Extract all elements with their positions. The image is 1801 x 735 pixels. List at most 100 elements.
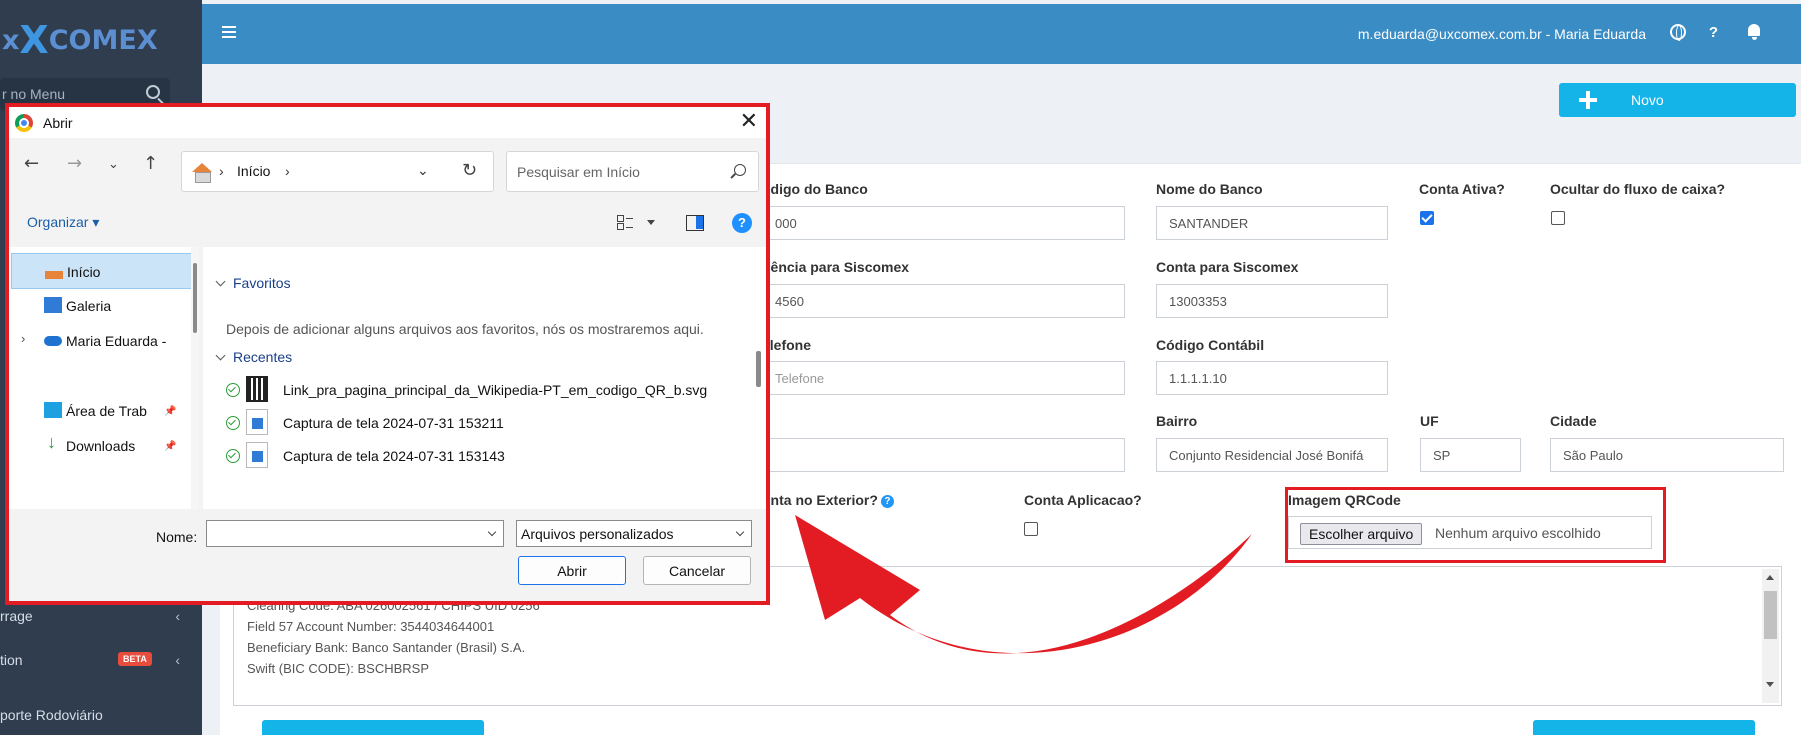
chevron-down-icon[interactable] (487, 527, 497, 537)
file-name: Captura de tela 2024-07-31 153211 (283, 415, 504, 431)
favorites-group-header[interactable]: Favoritos (215, 275, 291, 291)
view-lines-icon (626, 218, 633, 228)
nav-item-galeria[interactable]: Galeria (11, 288, 193, 324)
refresh-icon[interactable]: ↻ (462, 160, 477, 181)
qrcode-file-input[interactable]: Escolher arquivo Nenhum arquivo escolhid… (1288, 516, 1652, 549)
favorites-empty-message: Depois de adicionar alguns arquivos aos … (226, 321, 704, 337)
pin-icon: 📌 (164, 406, 177, 417)
file-list-scrollbar[interactable] (754, 247, 762, 509)
file-name-input[interactable] (206, 520, 504, 547)
file-type-select[interactable]: Arquivos personalizados (516, 520, 752, 547)
synced-check-icon (226, 383, 240, 397)
close-icon[interactable]: ✕ (740, 109, 758, 134)
sidebar-item-tion[interactable]: tion BETA ‹ (0, 652, 190, 668)
beta-badge: BETA (118, 652, 152, 666)
address-location[interactable]: Início (237, 163, 270, 179)
open-button[interactable]: Abrir (518, 556, 626, 585)
imagem-qrcode-label: Imagem QRCode (1288, 492, 1401, 508)
qr-icon (246, 376, 268, 402)
preview-pane-icon[interactable] (686, 215, 704, 231)
nav-item-label: Início (67, 264, 101, 280)
nav-item-onedrive[interactable]: › Maria Eduarda - (11, 323, 193, 359)
recent-label: Recentes (233, 349, 293, 365)
user-info[interactable]: m.eduarda@uxcomex.com.br - Maria Eduarda (1358, 26, 1646, 42)
synced-check-icon (226, 416, 240, 430)
expand-chevron-icon[interactable]: › (21, 331, 25, 346)
scroll-thumb[interactable] (756, 351, 761, 387)
recent-group-header[interactable]: Recentes (215, 349, 293, 365)
file-name: Captura de tela 2024-07-31 153143 (283, 448, 505, 464)
uf-input[interactable]: SP (1420, 438, 1521, 472)
breadcrumb-separator-icon[interactable]: › (285, 163, 290, 179)
scroll-thumb[interactable] (193, 263, 197, 333)
search-icon[interactable] (734, 164, 746, 176)
help-icon[interactable]: ? (732, 213, 752, 233)
chevron-down-icon (215, 350, 226, 361)
chevron-down-icon[interactable]: ⌄ (417, 162, 429, 179)
bairro-input[interactable]: Conjunto Residencial José Bonifá (1156, 438, 1388, 472)
nav-item-label: Downloads (66, 438, 136, 454)
conta-siscomex-input[interactable]: 13003353 (1156, 284, 1388, 318)
scroll-up-icon[interactable] (1766, 575, 1774, 580)
file-type-value: Arquivos personalizados (521, 526, 674, 542)
sidebar-item-label: porte Rodoviário (0, 707, 103, 723)
nav-item-downloads[interactable]: ↓ Downloads 📌 (11, 428, 193, 464)
recent-locations-chevron-icon[interactable]: ⌄ (108, 157, 119, 172)
sidebar-item-rrage[interactable]: rrage ‹ (0, 608, 190, 624)
address-bar[interactable]: › Início › ⌄ ↻ (181, 151, 494, 192)
chrome-icon (15, 114, 33, 132)
file-open-dialog: Abrir ✕ ← → ⌄ ↑ › Início › ⌄ ↻ Pesquisar… (5, 103, 770, 605)
chevron-left-icon: ‹ (175, 608, 180, 624)
globe-icon[interactable] (1670, 24, 1686, 41)
bairro-label: Bairro (1156, 413, 1198, 429)
codigo-contabil-input[interactable]: 1.1.1.1.10 (1156, 361, 1388, 395)
nav-item-label: Galeria (66, 298, 112, 314)
recent-file-item[interactable]: Link_pra_pagina_principal_da_Wikipedia-P… (226, 375, 746, 405)
brand-logo[interactable]: xXCOMEX (0, 0, 202, 66)
navigation-scrollbar[interactable] (191, 247, 199, 509)
nav-item-desktop[interactable]: Área de Trab 📌 (11, 393, 193, 429)
back-arrow-icon[interactable]: ← (24, 153, 39, 174)
scroll-thumb[interactable] (1764, 591, 1777, 639)
chevron-down-icon (735, 527, 745, 537)
sidebar-item-rodoviario[interactable]: porte Rodoviário (0, 707, 190, 723)
forward-arrow-icon[interactable]: → (67, 153, 82, 174)
nome-banco-input[interactable]: SANTANDER (1156, 206, 1388, 240)
codigo-banco-input[interactable]: 000 (762, 206, 1125, 240)
image-file-icon (246, 409, 268, 435)
file-name-label: Nome: (156, 529, 198, 545)
pin-icon: 📌 (164, 441, 177, 452)
bottom-left-button[interactable] (262, 720, 484, 735)
hamburger-menu-icon[interactable] (222, 26, 236, 38)
bottom-right-button[interactable] (1533, 720, 1755, 735)
dialog-search-placeholder: Pesquisar em Início (517, 164, 640, 180)
agencia-siscomex-input[interactable]: 4560 (762, 284, 1125, 318)
dialog-title: Abrir (43, 115, 73, 131)
cancel-button[interactable]: Cancelar (643, 556, 751, 585)
conta-ativa-checkbox[interactable] (1420, 211, 1434, 225)
recent-file-item[interactable]: Captura de tela 2024-07-31 153211 (226, 408, 746, 438)
dialog-search-input[interactable]: Pesquisar em Início (506, 151, 759, 192)
scroll-down-icon[interactable] (1766, 682, 1774, 687)
telefone-input[interactable]: Telefone (762, 361, 1125, 395)
up-arrow-icon[interactable]: ↑ (143, 153, 158, 174)
cidade-input[interactable]: São Paulo (1550, 438, 1784, 472)
ocultar-fluxo-checkbox[interactable] (1551, 211, 1565, 225)
recent-file-item[interactable]: Captura de tela 2024-07-31 153143 (226, 441, 746, 471)
dialog-toolbar: Organizar ▾ ? (9, 203, 766, 243)
organize-menu[interactable]: Organizar ▾ (27, 214, 99, 231)
image-file-icon (246, 442, 268, 468)
nav-item-inicio[interactable]: Início (11, 253, 193, 289)
bell-icon[interactable] (1747, 24, 1761, 40)
help-icon[interactable]: ? (1709, 24, 1718, 41)
menu-search-placeholder: r no Menu (2, 86, 66, 102)
choose-file-button[interactable]: Escolher arquivo (1300, 523, 1423, 545)
search-icon (146, 85, 160, 99)
sidebar-item-label: rrage (0, 608, 33, 624)
dialog-title-bar[interactable]: Abrir ✕ (9, 107, 766, 138)
cidade-label: Cidade (1550, 413, 1597, 429)
novo-button[interactable]: Novo (1559, 83, 1796, 117)
textarea-scrollbar[interactable] (1762, 569, 1779, 703)
caret-down-icon[interactable] (647, 220, 655, 225)
address-input[interactable] (762, 438, 1125, 472)
